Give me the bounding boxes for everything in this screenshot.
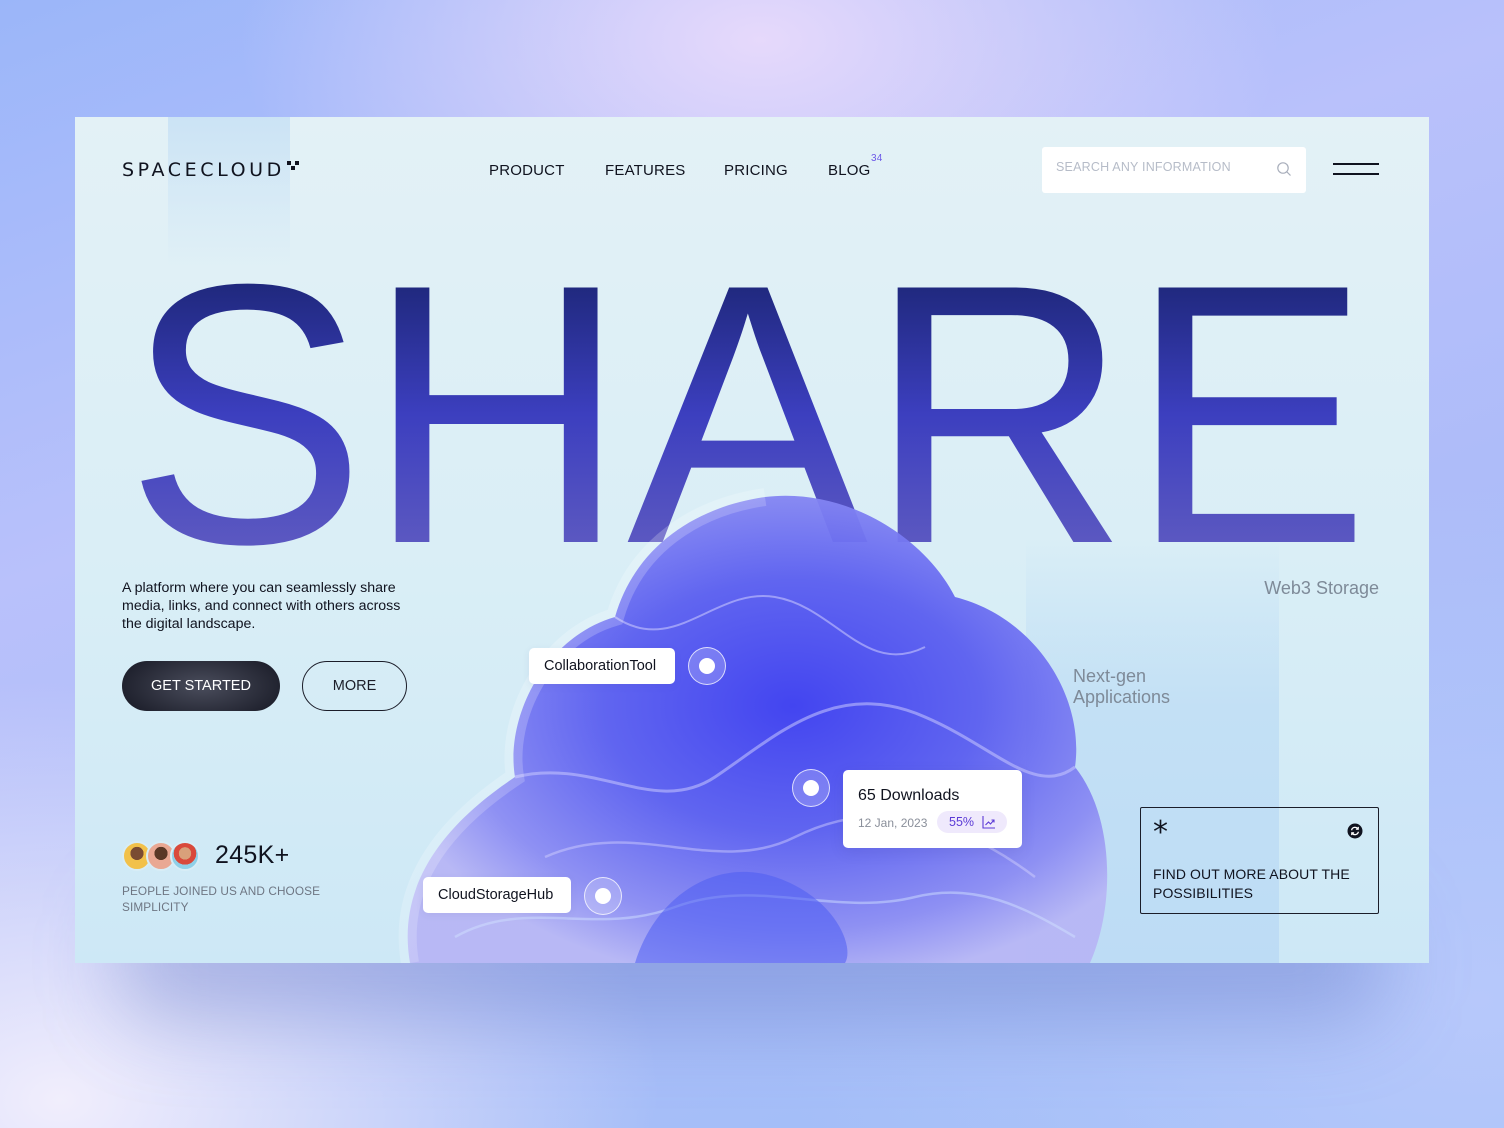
cloud-storage-hub-tag[interactable]: CloudStorageHub xyxy=(423,877,571,913)
downloads-percent-badge: 55% xyxy=(937,811,1007,833)
nav-item-product[interactable]: PRODUCT xyxy=(489,162,565,179)
search-icon[interactable] xyxy=(1276,161,1292,177)
search-input[interactable] xyxy=(1056,160,1266,174)
asterisk-icon: * xyxy=(1153,815,1168,850)
users-count: 245K+ xyxy=(215,841,290,869)
avatar-group xyxy=(122,841,208,871)
web3-storage-label: Web3 Storage xyxy=(1264,578,1379,598)
downloads-percent: 55% xyxy=(949,815,975,829)
refresh-icon[interactable] xyxy=(1347,823,1363,839)
nav-item-features[interactable]: FEATURES xyxy=(605,162,686,179)
downloads-card: 65 Downloads 12 Jan, 2023 55% xyxy=(843,770,1022,848)
get-started-button[interactable]: GET STARTED xyxy=(122,661,280,711)
hotspot-dot[interactable] xyxy=(792,769,830,807)
logo-mark-icon xyxy=(286,161,301,171)
find-out-more-text: FIND OUT MORE ABOUT THE POSSIBILITIES xyxy=(1153,866,1350,901)
downloads-title: 65 Downloads xyxy=(858,787,960,804)
more-button[interactable]: MORE xyxy=(302,661,407,711)
find-out-more-card[interactable]: * FIND OUT MORE ABOUT THE POSSIBILITIES xyxy=(1140,807,1379,914)
collaboration-tool-tag[interactable]: CollaborationTool xyxy=(529,648,675,684)
hotspot-dot[interactable] xyxy=(584,877,622,915)
hamburger-menu-icon[interactable] xyxy=(1333,161,1379,177)
hotspot-dot[interactable] xyxy=(688,647,726,685)
trend-up-icon xyxy=(982,816,995,829)
users-caption: PEOPLE JOINED US AND CHOOSE SIMPLICITY xyxy=(122,884,321,914)
nav-item-blog-label: BLOG xyxy=(828,162,871,179)
hero-description: A platform where you can seamlessly shar… xyxy=(122,580,401,632)
nav-item-pricing[interactable]: PRICING xyxy=(724,162,788,179)
brand-name: SPACECLOUD xyxy=(122,159,285,181)
brand-logo[interactable]: SPACECLOUD xyxy=(122,159,301,181)
search-box xyxy=(1042,147,1306,193)
nav-item-blog[interactable]: BLOG 34 xyxy=(828,153,882,179)
avatar xyxy=(170,841,200,871)
blog-count-badge: 34 xyxy=(871,153,883,164)
next-gen-label: Next-gen Applications xyxy=(1073,666,1171,707)
downloads-date: 12 Jan, 2023 xyxy=(858,816,928,830)
landing-page: SHARE SPACECLOUD PRODUCT FEATURES PRICIN… xyxy=(75,117,1429,963)
